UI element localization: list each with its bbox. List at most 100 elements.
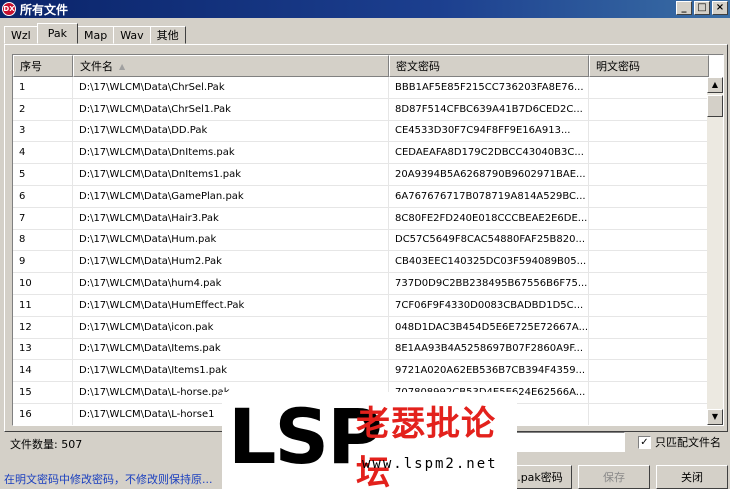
cell-filename: D:\17\WLCM\Data\ChrSel.Pak	[73, 77, 389, 98]
column-header-index[interactable]: 序号	[13, 55, 73, 77]
table-row[interactable]: 7 D:\17\WLCM\Data\Hair3.Pak 8C80FE2FD240E0…	[13, 207, 709, 230]
table-row[interactable]: 6 D:\17\WLCM\Data\GamePlan.pak 6A767676717…	[13, 185, 709, 208]
sort-asc-icon: ▲	[119, 61, 126, 71]
table-row[interactable]: 13 D:\17\WLCM\Data\Items.pak 8E1AA93B4A525…	[13, 338, 709, 361]
table-row[interactable]: 2 D:\17\WLCM\Data\ChrSel1.Pak 8D87F514CFBC…	[13, 98, 709, 121]
table-row[interactable]: 3 D:\17\WLCM\Data\DD.Pak CE4533D30F7C94F8F…	[13, 120, 709, 143]
close-button[interactable]: 关闭	[656, 465, 728, 489]
cell-plain-password[interactable]	[589, 338, 709, 360]
cell-plain-password[interactable]	[589, 142, 709, 164]
cell-filename: D:\17\WLCM\Data\GamePlan.pak	[73, 185, 389, 207]
cell-index: 7	[13, 207, 73, 229]
cell-plain-password[interactable]	[589, 382, 709, 403]
column-header-plain-password[interactable]: 明文密码	[589, 55, 709, 77]
pak-password-button[interactable]: .pak密码	[508, 465, 572, 489]
table-row[interactable]: 4 D:\17\WLCM\Data\DnItems.pak CEDAEAFA8D17…	[13, 142, 709, 165]
cell-cipher-password: 7CF06F9F4330D0083CBADBD1D5C...	[389, 294, 589, 316]
table-row[interactable]: 10 D:\17\WLCM\Data\hum4.pak 737D0D9C2BB238…	[13, 273, 709, 295]
table-row[interactable]: 5 D:\17\WLCM\Data\DnItems1.pak 20A9394B5A6…	[13, 164, 709, 186]
cell-index: 9	[13, 251, 73, 273]
cell-filename: D:\17\WLCM\Data\DnItems.pak	[73, 142, 389, 164]
cell-plain-password[interactable]	[589, 185, 709, 207]
cell-filename: D:\17\WLCM\Data\HumEffect.Pak	[73, 294, 389, 316]
watermark-url: www.lspm2.net	[362, 456, 498, 472]
scroll-down-icon[interactable]: ▼	[707, 409, 723, 425]
column-header-filename[interactable]: 文件名 ▲	[73, 55, 389, 77]
table-row[interactable]: 14 D:\17\WLCM\Data\Items1.pak 9721A020A62E…	[13, 360, 709, 383]
cell-index: 1	[13, 77, 73, 98]
cell-index: 11	[13, 294, 73, 316]
watermark-site-name: 老瑟批论坛	[356, 404, 496, 489]
watermark: LSP 老瑟批论坛 www.lspm2.net	[222, 392, 517, 489]
table-row[interactable]: 1 D:\17\WLCM\Data\ChrSel.Pak BBB1AF5E85F21…	[13, 77, 709, 99]
cell-filename: D:\17\WLCM\Data\DnItems1.pak	[73, 164, 389, 185]
tab-pak[interactable]: Pak	[36, 23, 78, 44]
tab-strip: Wzl Pak Map Wav 其他	[4, 23, 186, 44]
cell-index: 4	[13, 142, 73, 164]
filter-input[interactable]	[510, 432, 625, 452]
close-icon[interactable]: ×	[712, 1, 728, 15]
table-body: 1 D:\17\WLCM\Data\ChrSel.Pak BBB1AF5E85F21…	[13, 77, 709, 425]
cell-plain-password[interactable]	[589, 229, 709, 251]
cell-index: 2	[13, 98, 73, 120]
cell-cipher-password: 737D0D9C2BB238495B67556B6F75...	[389, 273, 589, 294]
window-title: 所有文件	[20, 2, 69, 17]
cell-cipher-password: 20A9394B5A6268790B9602971BAE...	[389, 164, 589, 185]
tab-wzl[interactable]: Wzl	[4, 26, 38, 44]
cell-index: 8	[13, 229, 73, 251]
table-row[interactable]: 11 D:\17\WLCM\Data\HumEffect.Pak 7CF06F9F4…	[13, 294, 709, 317]
cell-cipher-password: 8D87F514CFBC639A41B7D6CED2C...	[389, 98, 589, 120]
minimize-icon[interactable]: _	[676, 1, 692, 15]
vertical-scrollbar[interactable]: ▲ ▼	[707, 77, 723, 425]
filename-only-label: 只匹配文件名	[655, 436, 721, 449]
scroll-up-icon[interactable]: ▲	[707, 77, 723, 93]
cell-cipher-password: 8E1AA93B4A5258697B07F2860A9F...	[389, 338, 589, 360]
cell-cipher-password: BBB1AF5E85F215CC736203FA8E76...	[389, 77, 589, 98]
cell-filename: D:\17\WLCM\Data\icon.pak	[73, 316, 389, 338]
cell-plain-password[interactable]	[589, 77, 709, 98]
cell-index: 14	[13, 360, 73, 382]
maximize-icon[interactable]: □	[694, 1, 710, 15]
tab-wav[interactable]: Wav	[113, 26, 151, 44]
cell-index: 3	[13, 120, 73, 142]
cell-plain-password[interactable]	[589, 403, 709, 425]
column-header-cipher-password[interactable]: 密文密码	[389, 55, 589, 77]
cell-filename: D:\17\WLCM\Data\hum4.pak	[73, 273, 389, 294]
cell-plain-password[interactable]	[589, 360, 709, 382]
cell-cipher-password: CB403EEC140325DC03F594089B05...	[389, 251, 589, 273]
filename-only-checkbox[interactable]: ✓	[638, 435, 651, 449]
cell-filename: D:\17\WLCM\Data\Hum.pak	[73, 229, 389, 251]
cell-cipher-password: 8C80FE2FD240E018CCCBEAE2E6DE...	[389, 207, 589, 229]
tab-other[interactable]: 其他	[149, 26, 186, 44]
table-header: 序号 文件名 ▲ 密文密码 明文密码	[13, 55, 709, 77]
cell-index: 15	[13, 382, 73, 403]
cell-filename: D:\17\WLCM\Data\Hum2.Pak	[73, 251, 389, 273]
cell-plain-password[interactable]	[589, 273, 709, 294]
app-icon: DX	[2, 2, 16, 16]
cell-plain-password[interactable]	[589, 207, 709, 229]
cell-index: 13	[13, 338, 73, 360]
cell-plain-password[interactable]	[589, 294, 709, 316]
cell-filename: D:\17\WLCM\Data\Items1.pak	[73, 360, 389, 382]
filename-only-option[interactable]: ✓ 只匹配文件名	[638, 434, 721, 450]
cell-filename: D:\17\WLCM\Data\Items.pak	[73, 338, 389, 360]
tab-map[interactable]: Map	[76, 26, 115, 44]
scroll-thumb[interactable]	[707, 95, 723, 117]
cell-plain-password[interactable]	[589, 316, 709, 338]
cell-plain-password[interactable]	[589, 251, 709, 273]
cell-cipher-password: 9721A020A62EB536B7CB394F4359...	[389, 360, 589, 382]
table-row[interactable]: 8 D:\17\WLCM\Data\Hum.pak DC57C5649F8CAC54…	[13, 229, 709, 252]
cell-index: 10	[13, 273, 73, 294]
cell-index: 6	[13, 185, 73, 207]
window-controls: _ □ ×	[676, 1, 728, 15]
cell-cipher-password: CE4533D30F7C94F8FF9E16A913...	[389, 120, 589, 142]
cell-plain-password[interactable]	[589, 120, 709, 142]
table-row[interactable]: 12 D:\17\WLCM\Data\icon.pak 048D1DAC3B454D…	[13, 316, 709, 339]
cell-filename: D:\17\WLCM\Data\ChrSel1.Pak	[73, 98, 389, 120]
file-count-label: 文件数量: 507	[10, 438, 83, 451]
cell-plain-password[interactable]	[589, 98, 709, 120]
cell-plain-password[interactable]	[589, 164, 709, 185]
save-button[interactable]: 保存	[578, 465, 650, 489]
file-table: 序号 文件名 ▲ 密文密码 明文密码 1 D:\17\WLCM\Data\ChrSe…	[12, 54, 724, 426]
table-row[interactable]: 9 D:\17\WLCM\Data\Hum2.Pak CB403EEC140325D…	[13, 251, 709, 274]
